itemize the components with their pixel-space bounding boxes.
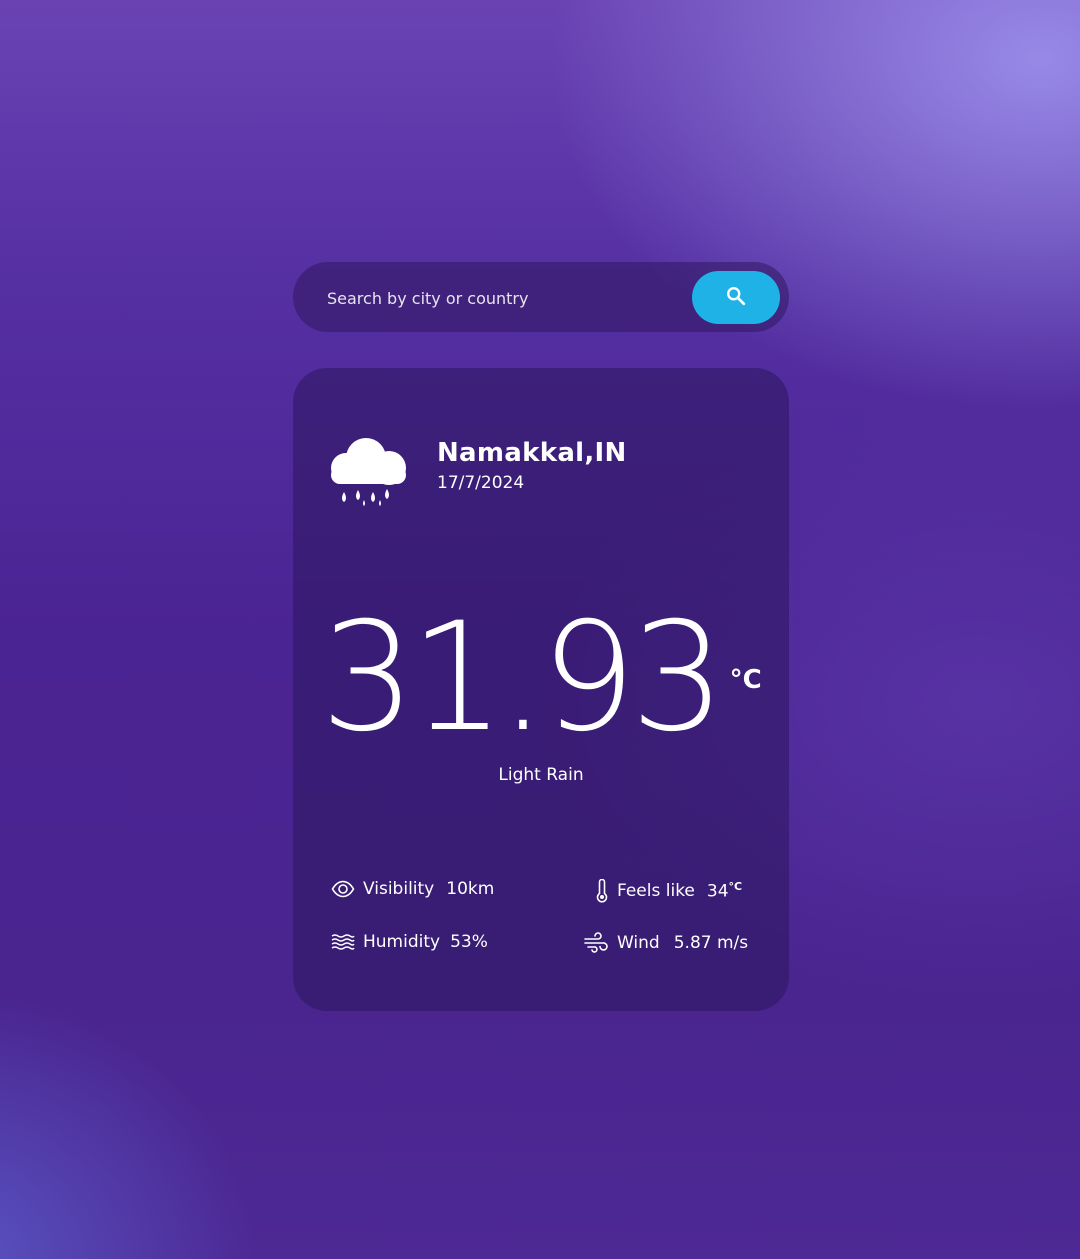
feels-like-unit: °C [728, 880, 743, 894]
weather-condition: Light Rain [498, 765, 584, 785]
search-bar [293, 262, 789, 332]
temperature-unit: °C [729, 665, 762, 695]
humidity-label: Humidity [363, 932, 441, 952]
feels-like-value: 34°C [707, 880, 742, 902]
visibility-label: Visibility [363, 879, 435, 899]
feels-like-label: Feels like [617, 881, 695, 901]
wind-value: 5.87 m/s [673, 933, 749, 953]
date-text: 17/7/2024 [437, 473, 525, 493]
cloud-rain-moon-icon [324, 428, 412, 510]
weather-card: Namakkal,IN 17/7/2024 31.93 °C Light Rain… [293, 368, 789, 1011]
feels-like-number: 34 [706, 881, 729, 902]
stat-humidity: Humidity 53% [331, 932, 488, 952]
thermometer-icon [595, 879, 609, 903]
wind-label: Wind [617, 933, 660, 953]
wind-icon [583, 932, 609, 954]
search-icon [725, 285, 747, 310]
stat-wind: Wind 5.87 m/s [583, 932, 748, 954]
search-button[interactable] [692, 271, 780, 324]
waves-icon [331, 933, 355, 951]
humidity-value: 53% [450, 932, 488, 952]
stat-feels-like: Feels like 34°C [595, 879, 742, 903]
eye-icon [331, 880, 355, 898]
temperature-display: 31.93 °C [293, 603, 789, 753]
city-name: Namakkal,IN [437, 438, 627, 468]
temperature-value: 31.93 [320, 591, 725, 765]
search-input[interactable] [311, 274, 689, 322]
visibility-value: 10km [446, 879, 495, 899]
stat-visibility: Visibility 10km [331, 879, 494, 899]
